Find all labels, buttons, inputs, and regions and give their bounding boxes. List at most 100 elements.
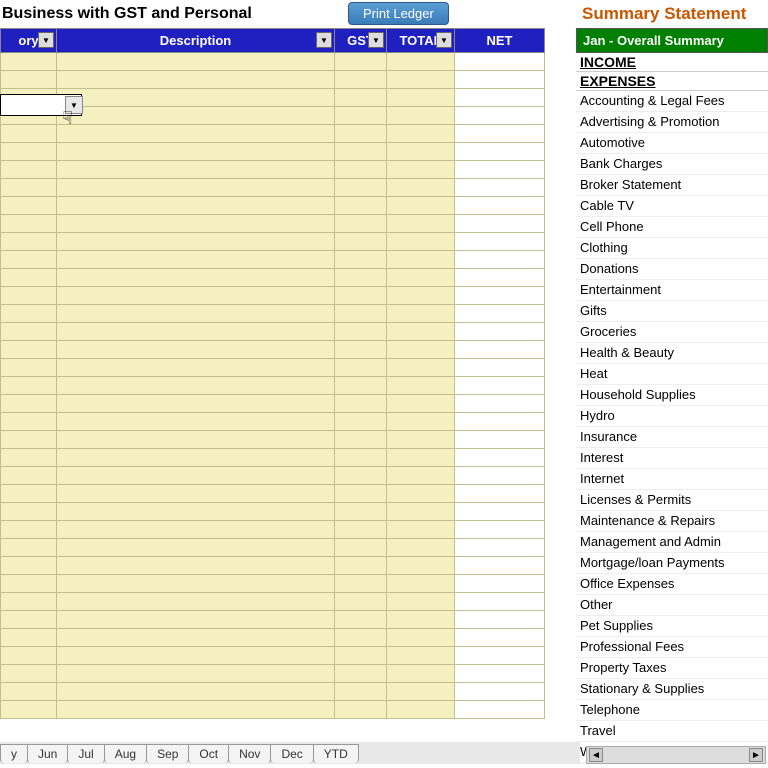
cell[interactable] — [335, 251, 387, 269]
cell[interactable] — [57, 377, 335, 395]
cell[interactable] — [1, 485, 57, 503]
cell[interactable] — [455, 647, 545, 665]
table-row[interactable] — [1, 233, 545, 251]
cell[interactable] — [455, 215, 545, 233]
cell[interactable] — [57, 161, 335, 179]
cell[interactable] — [455, 233, 545, 251]
table-row[interactable] — [1, 557, 545, 575]
cell[interactable] — [455, 539, 545, 557]
cell[interactable] — [455, 431, 545, 449]
cell[interactable] — [387, 395, 455, 413]
cell[interactable] — [387, 647, 455, 665]
cell[interactable] — [335, 71, 387, 89]
cell[interactable] — [1, 683, 57, 701]
cell[interactable] — [57, 485, 335, 503]
cell[interactable] — [335, 197, 387, 215]
cell[interactable] — [455, 251, 545, 269]
cell[interactable] — [387, 107, 455, 125]
sheet-tab-nov[interactable]: Nov — [228, 744, 271, 763]
sheet-tab-sep[interactable]: Sep — [146, 744, 189, 763]
table-row[interactable] — [1, 197, 545, 215]
cell[interactable] — [455, 179, 545, 197]
cell[interactable] — [455, 449, 545, 467]
cell[interactable] — [335, 395, 387, 413]
sheet-tab-dec[interactable]: Dec — [270, 744, 313, 763]
cell[interactable] — [455, 287, 545, 305]
cell[interactable] — [57, 557, 335, 575]
cell[interactable] — [387, 89, 455, 107]
cell[interactable] — [57, 341, 335, 359]
cell[interactable] — [1, 179, 57, 197]
cell[interactable] — [335, 179, 387, 197]
cell[interactable] — [57, 107, 335, 125]
cell[interactable] — [455, 521, 545, 539]
column-gst[interactable]: GST ▼ — [335, 29, 387, 53]
cell[interactable] — [57, 647, 335, 665]
cell[interactable] — [1, 575, 57, 593]
cell[interactable] — [387, 377, 455, 395]
cell[interactable] — [387, 179, 455, 197]
table-row[interactable] — [1, 215, 545, 233]
cell[interactable] — [335, 611, 387, 629]
cell[interactable] — [1, 323, 57, 341]
cell[interactable] — [387, 683, 455, 701]
cell[interactable] — [1, 341, 57, 359]
cell[interactable] — [57, 521, 335, 539]
cell[interactable] — [1, 251, 57, 269]
cell[interactable] — [57, 215, 335, 233]
cell[interactable] — [57, 143, 335, 161]
cell[interactable] — [455, 125, 545, 143]
cell[interactable] — [57, 359, 335, 377]
cell[interactable] — [1, 449, 57, 467]
cell[interactable] — [335, 323, 387, 341]
cell[interactable] — [387, 431, 455, 449]
cell[interactable] — [387, 269, 455, 287]
cell[interactable] — [57, 89, 335, 107]
table-row[interactable] — [1, 359, 545, 377]
cell[interactable] — [335, 539, 387, 557]
sheet-tab-jun[interactable]: Jun — [27, 744, 68, 763]
cell[interactable] — [1, 377, 57, 395]
cell[interactable] — [455, 53, 545, 71]
print-ledger-button[interactable]: Print Ledger — [348, 2, 449, 25]
cell[interactable] — [1, 503, 57, 521]
table-row[interactable] — [1, 683, 545, 701]
cell[interactable] — [387, 593, 455, 611]
cell[interactable] — [335, 485, 387, 503]
cell[interactable] — [1, 593, 57, 611]
cell[interactable] — [387, 323, 455, 341]
cell[interactable] — [455, 611, 545, 629]
table-row[interactable] — [1, 395, 545, 413]
cell[interactable] — [1, 215, 57, 233]
cell[interactable] — [387, 359, 455, 377]
cell[interactable] — [387, 467, 455, 485]
cell[interactable] — [1, 269, 57, 287]
filter-dropdown-icon[interactable]: ▼ — [436, 32, 452, 48]
cell[interactable] — [455, 413, 545, 431]
column-total[interactable]: TOTAL ▼ — [387, 29, 455, 53]
cell[interactable] — [455, 701, 545, 719]
cell[interactable] — [455, 503, 545, 521]
cell[interactable] — [387, 215, 455, 233]
filter-dropdown-icon[interactable]: ▼ — [368, 32, 384, 48]
cell[interactable] — [387, 539, 455, 557]
table-row[interactable] — [1, 629, 545, 647]
cell[interactable] — [57, 503, 335, 521]
filter-dropdown-icon[interactable]: ▼ — [316, 32, 332, 48]
table-row[interactable] — [1, 521, 545, 539]
cell[interactable] — [335, 503, 387, 521]
cell[interactable] — [455, 377, 545, 395]
cell[interactable] — [1, 197, 57, 215]
cell[interactable] — [387, 413, 455, 431]
cell[interactable] — [335, 89, 387, 107]
table-row[interactable] — [1, 179, 545, 197]
cell[interactable] — [455, 269, 545, 287]
cell[interactable] — [455, 467, 545, 485]
cell[interactable] — [57, 449, 335, 467]
sheet-tab-aug[interactable]: Aug — [104, 744, 147, 763]
cell[interactable] — [455, 305, 545, 323]
cell[interactable] — [335, 377, 387, 395]
table-row[interactable] — [1, 413, 545, 431]
cell[interactable] — [57, 197, 335, 215]
cell[interactable] — [455, 395, 545, 413]
